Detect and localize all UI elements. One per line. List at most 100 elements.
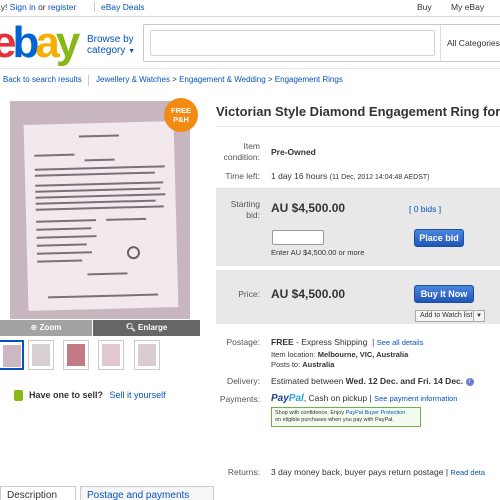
breadcrumb-separator: >	[265, 75, 275, 84]
chevron-down-icon: ▼	[128, 48, 136, 55]
ring-icon	[126, 245, 141, 260]
sell-question: Have one to sell?	[29, 390, 104, 400]
add-to-watch-list-button[interactable]: Add to Watch list ▼	[415, 310, 485, 322]
item-location-value: Melbourne, VIC, Australia	[317, 350, 409, 359]
item-location-label: Item location:	[271, 350, 318, 359]
main-item-photo[interactable]	[10, 101, 190, 319]
magnifier-icon: 🔍︎	[125, 323, 136, 332]
starting-bid-label-2: bid:	[246, 210, 260, 220]
payments-text: , Cash on pickup	[303, 393, 368, 403]
browse-by-category[interactable]: Browse by category ▼	[87, 34, 135, 57]
chevron-down-icon[interactable]: ▼	[473, 311, 484, 321]
browse-label-1: Browse by	[87, 34, 134, 45]
condition-label-1: Item	[243, 141, 260, 151]
buy-it-now-button[interactable]: Buy It Now	[414, 285, 474, 303]
breadcrumb-jewellery[interactable]: Jewellery & Watches	[96, 75, 170, 84]
ebay-logo[interactable]: ebay	[0, 18, 81, 67]
tab-description[interactable]: Description	[0, 486, 76, 500]
tab-postage-payments[interactable]: Postage and payments	[80, 486, 214, 500]
paypal-protection-note: Shop with confidence. Enjoy PayPal Buyer…	[271, 407, 421, 427]
condition-label-2: condition:	[223, 152, 260, 162]
title-divider	[216, 126, 500, 127]
watch-list-label: Add to Watch list	[420, 312, 473, 319]
returns-text: 3 day money back, buyer pays return post…	[271, 467, 444, 477]
time-left-duration: 1 day 16 hours	[271, 171, 328, 181]
time-left-label: Time left:	[225, 171, 260, 181]
browse-label-2: category	[87, 45, 126, 56]
starting-bid-value: AU $4,500.00	[271, 201, 346, 215]
header-divider	[0, 68, 500, 69]
condition-label: Item condition:	[220, 141, 260, 163]
logo-letter-e: e	[0, 18, 17, 67]
delivery-range: Wed. 12 Dec. and Fri. 14 Dec.	[345, 376, 464, 386]
breadcrumb-engagement-wedding[interactable]: Engagement & Wedding	[179, 75, 266, 84]
ebay-deals-link[interactable]: eBay Deals	[94, 2, 144, 12]
thumbnail[interactable]	[134, 340, 160, 370]
info-icon[interactable]: i	[465, 377, 474, 386]
paypal-pay: Pay	[271, 393, 289, 404]
posts-to: Posts to: Australia	[271, 359, 334, 370]
postage-value: FREE - Express Shipping | See all detail…	[271, 337, 424, 347]
register-link[interactable]: register	[48, 2, 76, 12]
payments-label: Payments:	[219, 394, 260, 404]
condition-value: Pre-Owned	[271, 147, 316, 157]
free-postage-badge: FREE P&H	[164, 98, 198, 132]
see-all-details-link[interactable]: See all details	[377, 338, 424, 347]
paypal-pal: Pal	[288, 393, 304, 404]
search-input[interactable]	[150, 30, 435, 56]
returns-value: 3 day money back, buyer pays return post…	[271, 467, 486, 477]
place-bid-button[interactable]: Place bid	[414, 229, 464, 247]
paypal-logo: PayPal	[271, 393, 304, 404]
category-select[interactable]: All Categories	[440, 25, 500, 61]
my-ebay-menu[interactable]: My eBay	[451, 2, 484, 12]
bids-count-link[interactable]: [ 0 bids ]	[409, 204, 441, 215]
time-left-end: (11 Dec, 2012 14:04:48 AEDST)	[329, 174, 430, 181]
time-left-value: 1 day 16 hours (11 Dec, 2012 14:04:48 AE…	[271, 171, 429, 183]
thumbnail-strip	[0, 340, 200, 372]
posts-to-value: Australia	[302, 360, 335, 369]
payments-value: PayPal, Cash on pickup | See payment inf…	[271, 393, 458, 404]
thumbnail[interactable]	[98, 340, 124, 370]
breadcrumb-separator: >	[169, 75, 180, 84]
delivery-value: Estimated between Wed. 12 Dec. and Fri. …	[271, 376, 474, 387]
delivery-label: Delivery:	[226, 376, 260, 386]
returns-label: Returns:	[227, 467, 260, 477]
read-details-link[interactable]: Read deta	[450, 468, 485, 477]
item-title: Victorian Style Diamond Engagement Ring …	[216, 104, 500, 119]
top-bar: ay! Sign in or register eBay Deals Buy M…	[0, 0, 500, 14]
search-bar: All Categories	[143, 24, 500, 62]
greeting-text: ay!	[0, 2, 8, 12]
image-toolbar: ⊕ Zoom 🔍︎ Enlarge	[0, 320, 200, 336]
starting-bid-label-1: Starting	[230, 199, 260, 209]
payment-info-link[interactable]: See payment information	[374, 394, 457, 403]
badge-line-1: FREE	[170, 106, 191, 115]
thumbnail[interactable]	[0, 340, 24, 370]
thumbnail[interactable]	[63, 340, 89, 370]
bid-hint: Enter AU $4,500.00 or more	[271, 248, 365, 257]
back-to-search-link[interactable]: Back to search results	[3, 75, 82, 84]
breadcrumb-path: Jewellery & Watches > Engagement & Weddi…	[96, 75, 343, 84]
postage-free: FREE	[271, 337, 294, 347]
badge-line-2: P&H	[173, 115, 189, 124]
zoom-icon: ⊕	[30, 323, 38, 332]
enlarge-button[interactable]: 🔍︎ Enlarge	[93, 320, 200, 336]
zoom-button[interactable]: ⊕ Zoom	[0, 320, 92, 336]
enlarge-label: Enlarge	[138, 323, 168, 332]
breadcrumb-divider	[88, 75, 89, 86]
sell-it-yourself-link[interactable]: Sell it yourself	[110, 390, 166, 400]
bid-amount-input[interactable]	[272, 230, 324, 245]
price-value: AU $4,500.00	[271, 287, 346, 301]
logo-letter-y: y	[55, 18, 81, 67]
logo-letter-a: a	[35, 18, 60, 67]
zoom-label: Zoom	[39, 323, 62, 332]
sign-in-link[interactable]: Sign in	[10, 2, 36, 12]
thumbnail[interactable]	[28, 340, 54, 370]
breadcrumb: Back to search results Jewellery & Watch…	[0, 75, 500, 89]
breadcrumb-engagement-rings[interactable]: Engagement Rings	[275, 75, 343, 84]
item-tabs: Description Postage and payments	[0, 486, 500, 500]
delivery-prefix: Estimated between	[271, 376, 346, 386]
paypal-protection-link[interactable]: PayPal Buyer Protection	[346, 410, 406, 416]
postage-label: Postage:	[226, 337, 260, 347]
buy-menu[interactable]: Buy	[417, 2, 432, 12]
certificate-image	[23, 121, 179, 311]
